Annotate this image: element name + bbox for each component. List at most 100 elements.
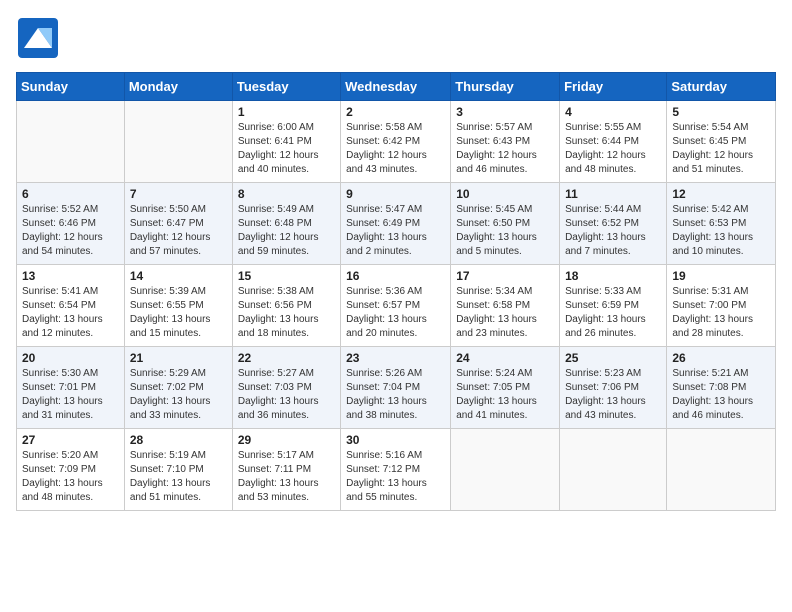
- calendar-week-row: 27Sunrise: 5:20 AM Sunset: 7:09 PM Dayli…: [17, 429, 776, 511]
- day-number: 1: [238, 105, 335, 119]
- day-number: 17: [456, 269, 554, 283]
- calendar-table: SundayMondayTuesdayWednesdayThursdayFrid…: [16, 72, 776, 511]
- day-info: Sunrise: 5:31 AM Sunset: 7:00 PM Dayligh…: [672, 285, 770, 341]
- calendar-cell: 3Sunrise: 5:57 AM Sunset: 6:43 PM Daylig…: [451, 101, 560, 183]
- day-number: 21: [130, 351, 227, 365]
- day-info: Sunrise: 5:19 AM Sunset: 7:10 PM Dayligh…: [130, 449, 227, 505]
- calendar-cell: 11 Sunrise: 5:44 AM Sunset: 6:52 PM Dayli…: [560, 183, 667, 265]
- calendar-cell: 28 Sunrise: 5:19 AM Sunset: 7:10 PM Dayli…: [124, 429, 232, 511]
- day-number: 27: [22, 433, 119, 447]
- weekday-header-sunday: Sunday: [17, 73, 125, 101]
- day-info: Sunrise: 5:41 AM Sunset: 6:54 PM Dayligh…: [22, 285, 119, 341]
- day-info: Sunrise: 5:44 AM Sunset: 6:52 PM Dayligh…: [565, 203, 661, 259]
- calendar-cell: 2 Sunrise: 5:58 AM Sunset: 6:42 PM Daylig…: [341, 101, 451, 183]
- day-info: Sunrise: 5:17 AM Sunset: 7:11 PM Dayligh…: [238, 449, 335, 505]
- day-info: Sunrise: 5:42 AM Sunset: 6:53 PM Dayligh…: [672, 203, 770, 259]
- calendar-cell: 9 Sunrise: 5:47 AM Sunset: 6:49 PM Daylig…: [341, 183, 451, 265]
- day-number: 9: [346, 187, 445, 201]
- day-number: 26: [672, 351, 770, 365]
- day-number: 10: [456, 187, 554, 201]
- day-info: Sunrise: 5:57 AM Sunset: 6:43 PM Dayligh…: [456, 121, 554, 177]
- calendar-cell: 29 Sunrise: 5:17 AM Sunset: 7:11 PM Dayli…: [232, 429, 340, 511]
- day-number: 8: [238, 187, 335, 201]
- day-info: Sunrise: 5:24 AM Sunset: 7:05 PM Dayligh…: [456, 367, 554, 423]
- calendar-cell: 22Sunrise: 5:27 AM Sunset: 7:03 PM Dayli…: [232, 347, 340, 429]
- day-number: 28: [130, 433, 227, 447]
- calendar-cell: 20 Sunrise: 5:30 AM Sunset: 7:01 PM Dayli…: [17, 347, 125, 429]
- day-info: Sunrise: 5:23 AM Sunset: 7:06 PM Dayligh…: [565, 367, 661, 423]
- day-info: Sunrise: 5:29 AM Sunset: 7:02 PM Dayligh…: [130, 367, 227, 423]
- day-number: 2: [346, 105, 445, 119]
- calendar-cell: 15 Sunrise: 5:38 AM Sunset: 6:56 PM Dayli…: [232, 265, 340, 347]
- day-number: 29: [238, 433, 335, 447]
- weekday-header-thursday: Thursday: [451, 73, 560, 101]
- weekday-header-monday: Monday: [124, 73, 232, 101]
- weekday-header-saturday: Saturday: [667, 73, 776, 101]
- calendar-cell: 17Sunrise: 5:34 AM Sunset: 6:58 PM Dayli…: [451, 265, 560, 347]
- calendar-week-row: 6Sunrise: 5:52 AM Sunset: 6:46 PM Daylig…: [17, 183, 776, 265]
- day-info: Sunrise: 5:52 AM Sunset: 6:46 PM Dayligh…: [22, 203, 119, 259]
- calendar-cell: [451, 429, 560, 511]
- day-number: 30: [346, 433, 445, 447]
- day-info: Sunrise: 5:55 AM Sunset: 6:44 PM Dayligh…: [565, 121, 661, 177]
- calendar-cell: 30 Sunrise: 5:16 AM Sunset: 7:12 PM Dayli…: [341, 429, 451, 511]
- weekday-header-row: SundayMondayTuesdayWednesdayThursdayFrid…: [17, 73, 776, 101]
- calendar-week-row: 1 Sunrise: 6:00 AM Sunset: 6:41 PM Daylig…: [17, 101, 776, 183]
- day-number: 15: [238, 269, 335, 283]
- day-number: 4: [565, 105, 661, 119]
- calendar-cell: [124, 101, 232, 183]
- calendar-page: SundayMondayTuesdayWednesdayThursdayFrid…: [0, 0, 792, 521]
- calendar-cell: [17, 101, 125, 183]
- day-number: 14: [130, 269, 227, 283]
- day-number: 12: [672, 187, 770, 201]
- day-info: Sunrise: 5:33 AM Sunset: 6:59 PM Dayligh…: [565, 285, 661, 341]
- weekday-header-tuesday: Tuesday: [232, 73, 340, 101]
- calendar-cell: 12 Sunrise: 5:42 AM Sunset: 6:53 PM Dayli…: [667, 183, 776, 265]
- day-number: 13: [22, 269, 119, 283]
- calendar-cell: 16Sunrise: 5:36 AM Sunset: 6:57 PM Dayli…: [341, 265, 451, 347]
- calendar-week-row: 13 Sunrise: 5:41 AM Sunset: 6:54 PM Dayli…: [17, 265, 776, 347]
- calendar-cell: 6Sunrise: 5:52 AM Sunset: 6:46 PM Daylig…: [17, 183, 125, 265]
- calendar-cell: 27Sunrise: 5:20 AM Sunset: 7:09 PM Dayli…: [17, 429, 125, 511]
- day-info: Sunrise: 5:26 AM Sunset: 7:04 PM Dayligh…: [346, 367, 445, 423]
- calendar-cell: 14 Sunrise: 5:39 AM Sunset: 6:55 PM Dayli…: [124, 265, 232, 347]
- day-number: 5: [672, 105, 770, 119]
- day-info: Sunrise: 5:45 AM Sunset: 6:50 PM Dayligh…: [456, 203, 554, 259]
- day-number: 7: [130, 187, 227, 201]
- day-info: Sunrise: 5:54 AM Sunset: 6:45 PM Dayligh…: [672, 121, 770, 177]
- calendar-cell: 1 Sunrise: 6:00 AM Sunset: 6:41 PM Daylig…: [232, 101, 340, 183]
- weekday-header-wednesday: Wednesday: [341, 73, 451, 101]
- calendar-cell: [667, 429, 776, 511]
- day-number: 19: [672, 269, 770, 283]
- calendar-cell: [560, 429, 667, 511]
- day-number: 20: [22, 351, 119, 365]
- logo-icon: [16, 16, 60, 60]
- calendar-cell: 19 Sunrise: 5:31 AM Sunset: 7:00 PM Dayli…: [667, 265, 776, 347]
- page-header: [16, 16, 776, 60]
- day-number: 23: [346, 351, 445, 365]
- calendar-cell: 26 Sunrise: 5:21 AM Sunset: 7:08 PM Dayli…: [667, 347, 776, 429]
- day-number: 18: [565, 269, 661, 283]
- calendar-cell: 4 Sunrise: 5:55 AM Sunset: 6:44 PM Daylig…: [560, 101, 667, 183]
- calendar-cell: 24Sunrise: 5:24 AM Sunset: 7:05 PM Dayli…: [451, 347, 560, 429]
- day-info: Sunrise: 5:58 AM Sunset: 6:42 PM Dayligh…: [346, 121, 445, 177]
- day-info: Sunrise: 5:47 AM Sunset: 6:49 PM Dayligh…: [346, 203, 445, 259]
- weekday-header-friday: Friday: [560, 73, 667, 101]
- day-info: Sunrise: 5:30 AM Sunset: 7:01 PM Dayligh…: [22, 367, 119, 423]
- day-info: Sunrise: 5:39 AM Sunset: 6:55 PM Dayligh…: [130, 285, 227, 341]
- calendar-cell: 8Sunrise: 5:49 AM Sunset: 6:48 PM Daylig…: [232, 183, 340, 265]
- day-number: 11: [565, 187, 661, 201]
- day-info: Sunrise: 5:36 AM Sunset: 6:57 PM Dayligh…: [346, 285, 445, 341]
- day-info: Sunrise: 6:00 AM Sunset: 6:41 PM Dayligh…: [238, 121, 335, 177]
- day-info: Sunrise: 5:16 AM Sunset: 7:12 PM Dayligh…: [346, 449, 445, 505]
- day-info: Sunrise: 5:21 AM Sunset: 7:08 PM Dayligh…: [672, 367, 770, 423]
- calendar-cell: 23 Sunrise: 5:26 AM Sunset: 7:04 PM Dayli…: [341, 347, 451, 429]
- calendar-cell: 10 Sunrise: 5:45 AM Sunset: 6:50 PM Dayli…: [451, 183, 560, 265]
- calendar-cell: 18 Sunrise: 5:33 AM Sunset: 6:59 PM Dayli…: [560, 265, 667, 347]
- day-info: Sunrise: 5:50 AM Sunset: 6:47 PM Dayligh…: [130, 203, 227, 259]
- calendar-cell: 21 Sunrise: 5:29 AM Sunset: 7:02 PM Dayli…: [124, 347, 232, 429]
- logo: [16, 16, 64, 60]
- day-info: Sunrise: 5:38 AM Sunset: 6:56 PM Dayligh…: [238, 285, 335, 341]
- day-number: 22: [238, 351, 335, 365]
- calendar-cell: 25Sunrise: 5:23 AM Sunset: 7:06 PM Dayli…: [560, 347, 667, 429]
